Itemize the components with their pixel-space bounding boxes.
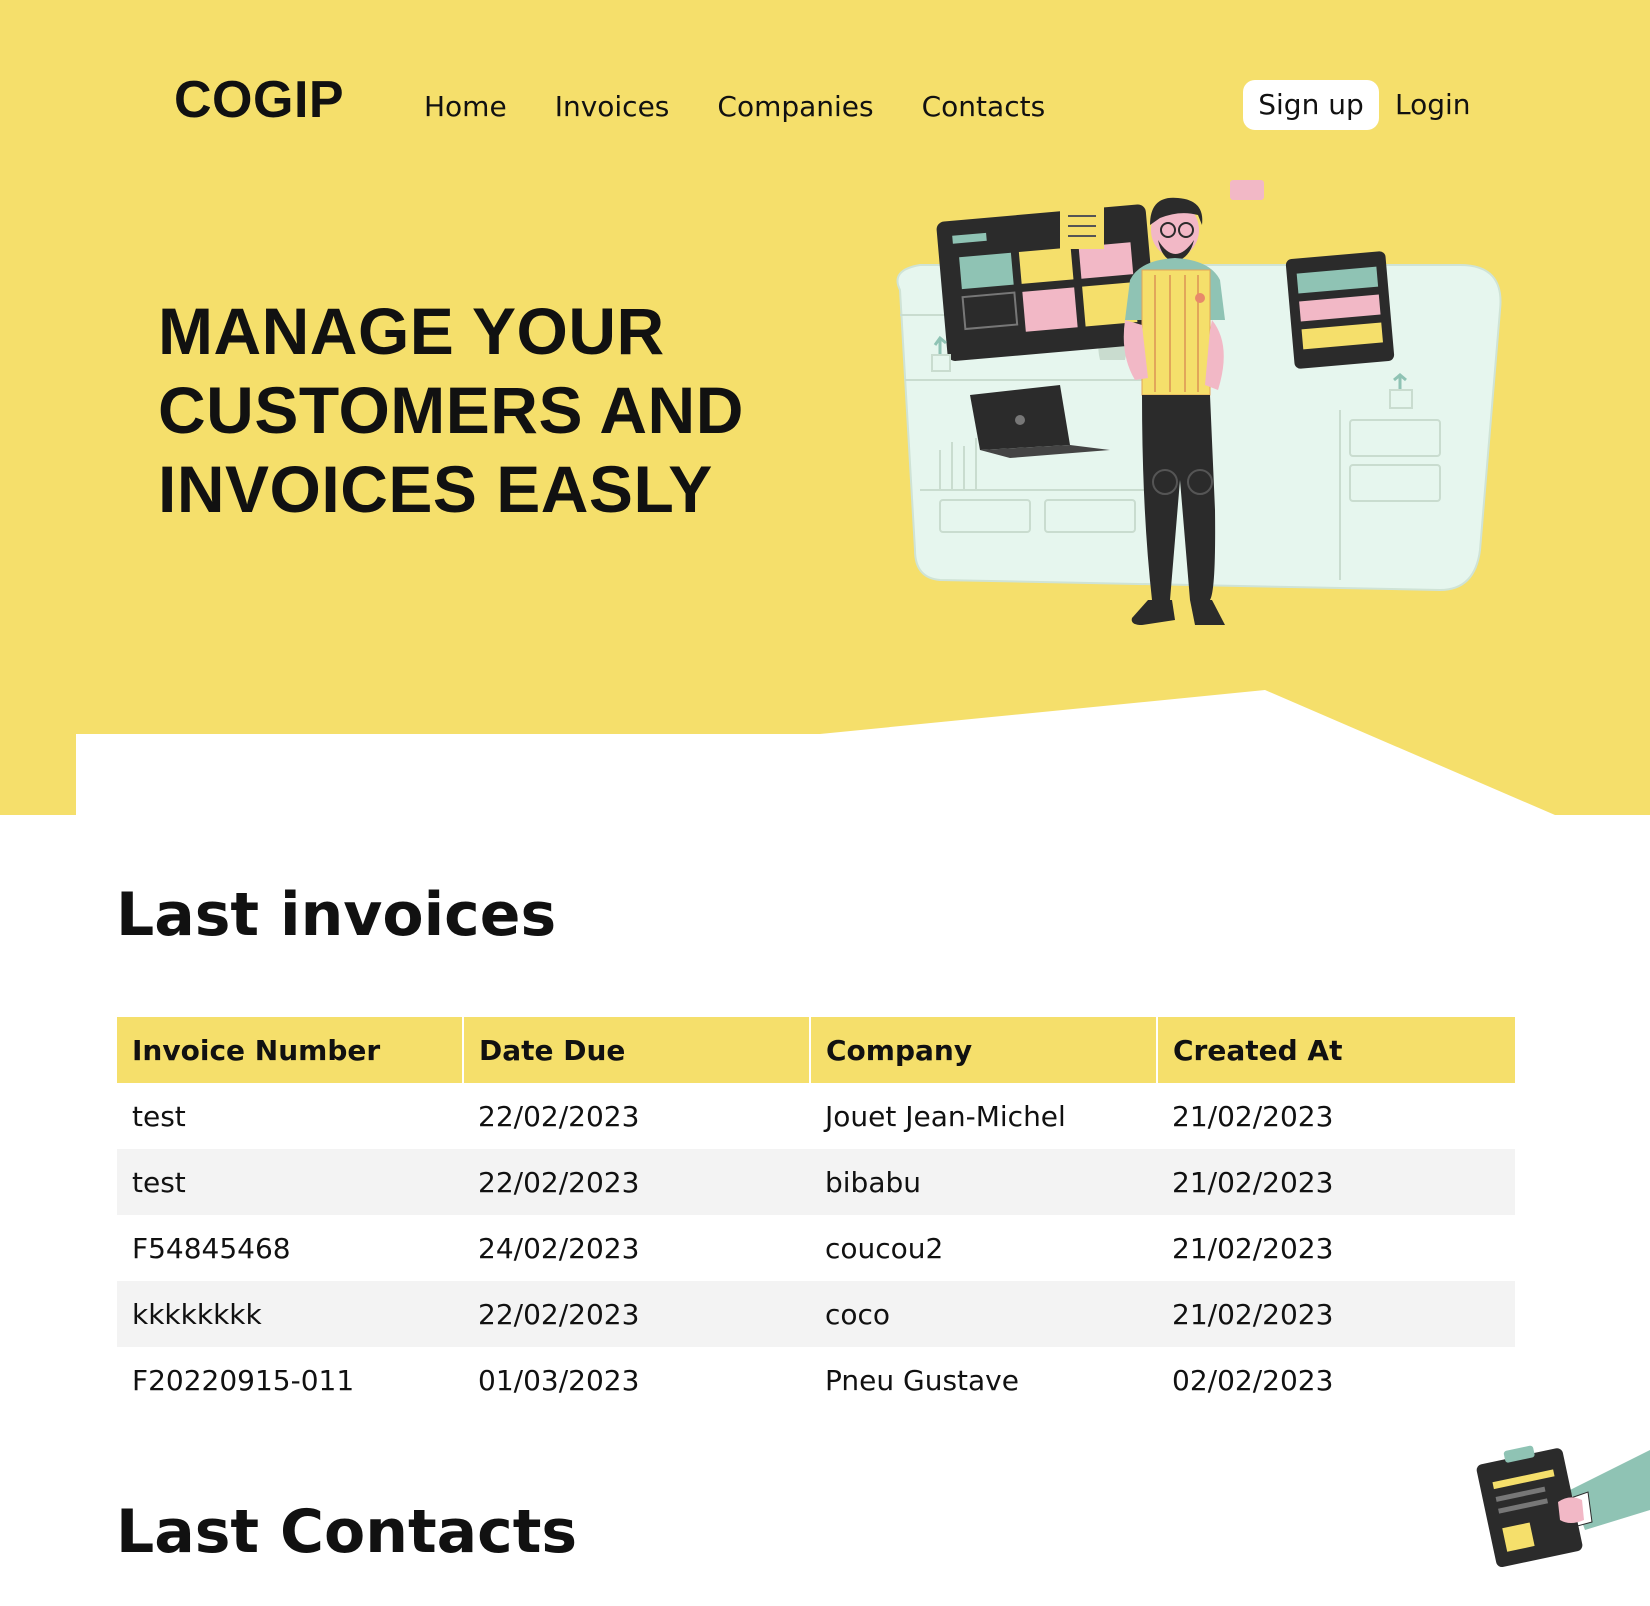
table-row[interactable]: F54845468 24/02/2023 coucou2 21/02/2023 bbox=[117, 1215, 1515, 1281]
hero-headline: MANAGE YOUR CUSTOMERS AND INVOICES EASLY bbox=[158, 292, 798, 529]
hero-banner: COGIP Home Invoices Companies Contacts S… bbox=[0, 0, 1650, 815]
cell-company: coucou2 bbox=[825, 1231, 944, 1265]
cell-date-due: 22/02/2023 bbox=[463, 1149, 810, 1215]
cell-invoice-number: F54845468 bbox=[132, 1231, 291, 1265]
table-row[interactable]: F20220915-011 01/03/2023 Pneu Gustave 02… bbox=[117, 1347, 1515, 1413]
cell-invoice-number: F20220915-011 bbox=[132, 1363, 355, 1397]
col-created-at[interactable]: Created At bbox=[1157, 1017, 1515, 1083]
nav-contacts[interactable]: Contacts bbox=[922, 88, 1046, 126]
cell-date-due: 22/02/2023 bbox=[463, 1281, 810, 1347]
cell-company: Pneu Gustave bbox=[825, 1363, 1019, 1397]
col-company[interactable]: Company bbox=[810, 1017, 1158, 1083]
cell-invoice-number: test bbox=[117, 1149, 463, 1215]
cell-date-due: 24/02/2023 bbox=[478, 1231, 640, 1265]
site-logo[interactable]: COGIP bbox=[174, 70, 344, 130]
invoices-table: Invoice Number Date Due Company Created … bbox=[117, 1017, 1515, 1413]
cell-created-at: 21/02/2023 bbox=[1157, 1149, 1515, 1215]
hand-holding-clipboard-illustration bbox=[1476, 1445, 1650, 1568]
table-row[interactable]: test 22/02/2023 Jouet Jean-Michel 21/02/… bbox=[117, 1083, 1515, 1149]
table-row[interactable]: test 22/02/2023 bibabu 21/02/2023 bbox=[117, 1149, 1515, 1215]
col-invoice-number[interactable]: Invoice Number bbox=[117, 1017, 464, 1083]
cell-created-at: 21/02/2023 bbox=[1157, 1281, 1515, 1347]
headline-line-2: CUSTOMERS AND bbox=[158, 373, 744, 447]
cell-created-at: 21/02/2023 bbox=[1172, 1231, 1334, 1265]
login-link[interactable]: Login bbox=[1395, 86, 1471, 124]
cell-invoice-number: test bbox=[132, 1099, 186, 1133]
person-with-dashboards-illustration bbox=[896, 180, 1502, 625]
table-header-row: Invoice Number Date Due Company Created … bbox=[117, 1017, 1515, 1083]
cell-company: bibabu bbox=[810, 1149, 1157, 1215]
col-date-due[interactable]: Date Due bbox=[463, 1017, 811, 1083]
nav-companies[interactable]: Companies bbox=[717, 88, 873, 126]
nav-home[interactable]: Home bbox=[424, 88, 507, 126]
cell-date-due: 01/03/2023 bbox=[478, 1363, 640, 1397]
last-contacts-title: Last Contacts bbox=[116, 1497, 578, 1567]
cell-created-at: 02/02/2023 bbox=[1172, 1363, 1334, 1397]
signup-button[interactable]: Sign up bbox=[1243, 80, 1379, 130]
cell-company: Jouet Jean-Michel bbox=[825, 1099, 1066, 1133]
nav-invoices[interactable]: Invoices bbox=[555, 88, 670, 126]
main-nav: Home Invoices Companies Contacts bbox=[424, 88, 1093, 126]
cell-company: coco bbox=[810, 1281, 1157, 1347]
cell-date-due: 22/02/2023 bbox=[478, 1099, 640, 1133]
last-invoices-title: Last invoices bbox=[116, 880, 557, 950]
table-row[interactable]: kkkkkkkk 22/02/2023 coco 21/02/2023 bbox=[117, 1281, 1515, 1347]
headline-line-1: MANAGE YOUR bbox=[158, 294, 665, 368]
cell-created-at: 21/02/2023 bbox=[1172, 1099, 1334, 1133]
cell-invoice-number: kkkkkkkk bbox=[117, 1281, 463, 1347]
headline-line-3: INVOICES EASLY bbox=[158, 452, 713, 526]
